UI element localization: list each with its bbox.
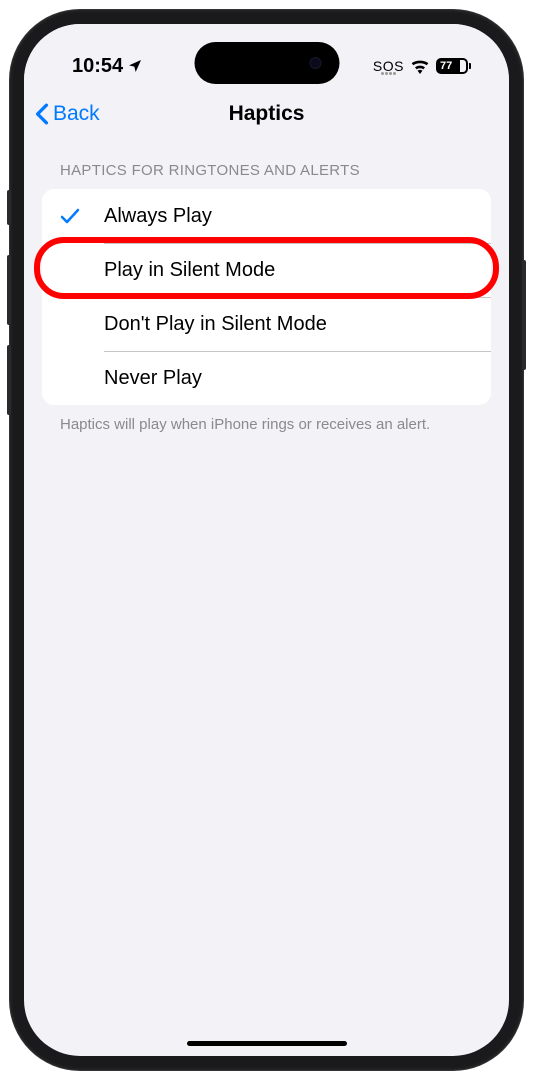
location-icon	[127, 58, 143, 74]
status-time: 10:54	[72, 55, 123, 78]
option-label: Never Play	[104, 367, 202, 390]
sos-indicator: SOS	[373, 58, 404, 75]
home-indicator[interactable]	[187, 1041, 347, 1046]
checkmark-icon	[60, 208, 80, 224]
back-button[interactable]: Back	[34, 102, 100, 126]
phone-frame: 10:54 SOS 77	[10, 10, 523, 1070]
option-label: Always Play	[104, 205, 212, 228]
navigation-bar: Back Haptics	[24, 86, 509, 142]
battery-indicator: 77	[436, 58, 471, 74]
back-label: Back	[53, 102, 100, 126]
mute-switch[interactable]	[7, 190, 11, 225]
volume-down-button[interactable]	[7, 345, 11, 415]
option-label: Don't Play in Silent Mode	[104, 313, 327, 336]
option-play-in-silent[interactable]: Play in Silent Mode	[42, 243, 491, 297]
option-never-play[interactable]: Never Play	[42, 351, 491, 405]
option-label: Play in Silent Mode	[104, 259, 275, 282]
option-dont-play-in-silent[interactable]: Don't Play in Silent Mode	[42, 297, 491, 351]
section-footer: Haptics will play when iPhone rings or r…	[42, 405, 491, 435]
wifi-icon	[410, 59, 430, 74]
section-header: HAPTICS FOR RINGTONES AND ALERTS	[42, 162, 491, 189]
content-area: HAPTICS FOR RINGTONES AND ALERTS Always …	[24, 142, 509, 455]
power-button[interactable]	[522, 260, 526, 370]
option-always-play[interactable]: Always Play	[42, 189, 491, 243]
dynamic-island	[194, 42, 339, 84]
options-list: Always Play Play in Silent Mode Don't Pl…	[42, 189, 491, 405]
chevron-left-icon	[34, 103, 50, 125]
page-title: Haptics	[229, 102, 305, 126]
screen: 10:54 SOS 77	[24, 24, 509, 1056]
volume-up-button[interactable]	[7, 255, 11, 325]
